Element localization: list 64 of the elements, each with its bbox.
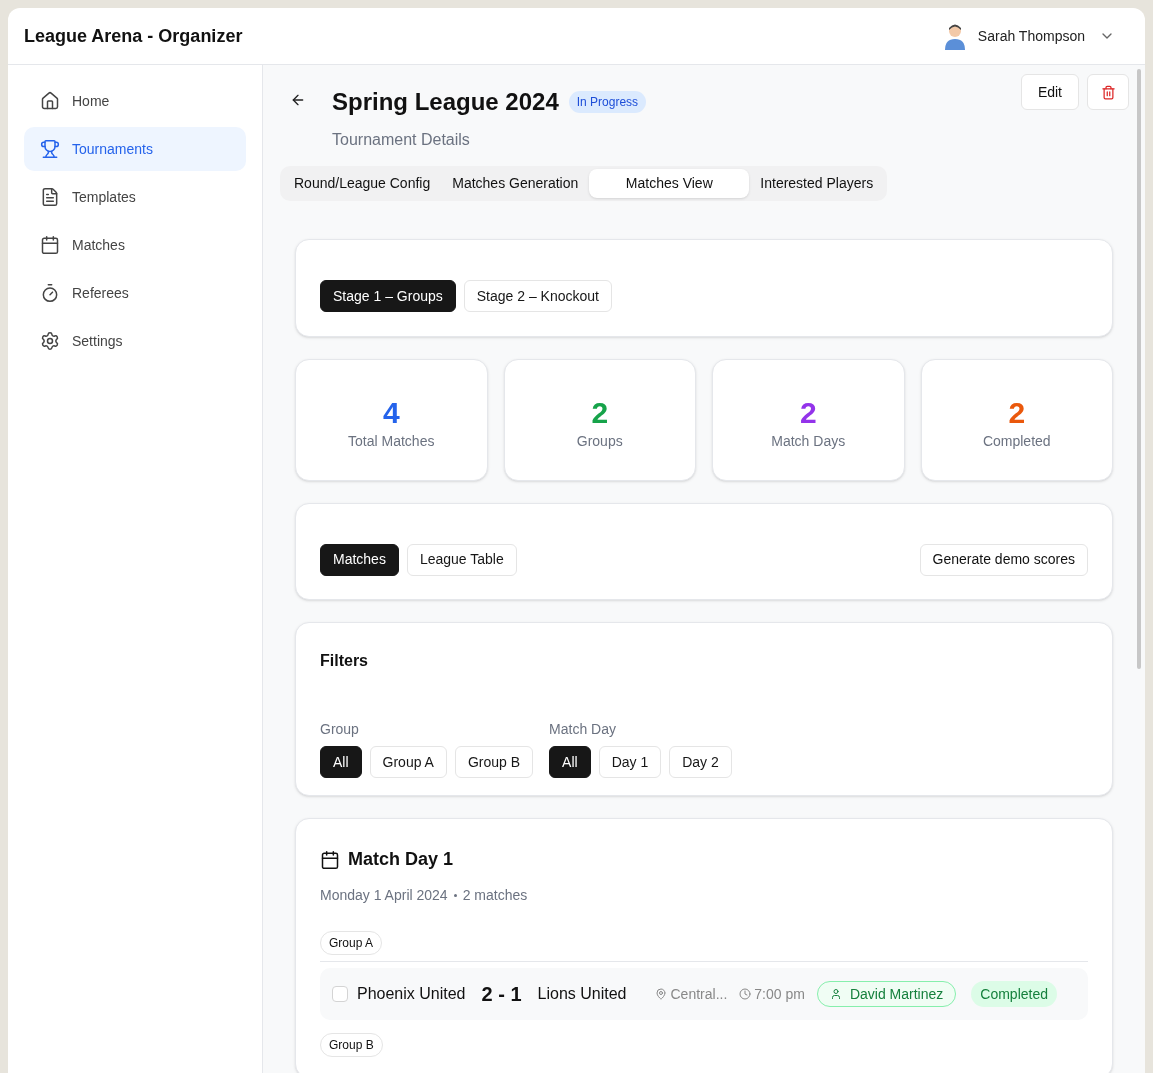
stage-button[interactable]: Stage 1 – Groups <box>320 280 456 312</box>
sidebar-item[interactable]: Matches <box>24 223 246 267</box>
stat-value: 2 <box>1008 394 1026 431</box>
home-team: Phoenix United <box>357 984 466 1004</box>
scrollbar-thumb[interactable] <box>1137 69 1141 669</box>
sidebar-item[interactable]: Tournaments <box>24 127 246 171</box>
match-day-title: Match Day 1 <box>348 848 454 871</box>
filter-chip[interactable]: Group B <box>454 746 534 778</box>
filter-label: Group <box>320 720 360 739</box>
document-icon <box>40 187 60 207</box>
tab[interactable]: Matches Generation <box>441 169 590 198</box>
trophy-icon <box>40 139 60 159</box>
stat-label: Match Days <box>771 431 846 451</box>
calendar-icon <box>320 849 340 870</box>
generate-demo-scores-button[interactable]: Generate demo scores <box>919 543 1088 576</box>
calendar-icon <box>40 235 60 255</box>
match-count: 2 matches <box>462 886 528 905</box>
match-score: 2 - 1 <box>481 982 522 1007</box>
sidebar-item[interactable]: Templates <box>24 175 246 219</box>
away-team: Lions United <box>537 984 627 1004</box>
tab[interactable]: Matches View <box>589 169 750 198</box>
trash-icon <box>1100 84 1116 100</box>
match-checkbox[interactable] <box>332 986 348 1002</box>
filter-chip[interactable]: All <box>320 746 362 778</box>
stat-value: 2 <box>799 394 817 431</box>
sidebar-item[interactable]: Home <box>24 79 246 123</box>
filter-chip[interactable]: All <box>549 746 591 778</box>
user-name: Sarah Thompson <box>977 26 1085 46</box>
page-subtitle: Tournament Details <box>332 130 471 150</box>
delete-button[interactable] <box>1087 74 1129 110</box>
stat-value: 4 <box>382 394 400 431</box>
app-title: League Arena - Organizer <box>24 24 243 48</box>
stopwatch-icon <box>40 283 60 303</box>
match-time: 7:00 pm <box>754 984 805 1004</box>
clock-icon <box>739 988 752 1000</box>
match-day-date: Monday 1 April 2024 <box>320 886 448 905</box>
tournament-title: Spring League 2024 <box>332 87 559 117</box>
stat-label: Total Matches <box>348 431 435 451</box>
tab[interactable]: Round/League Config <box>283 169 442 198</box>
view-toggle-button[interactable]: League Table <box>406 543 517 576</box>
referee-badge: David Martinez <box>816 981 957 1007</box>
stat-label: Completed <box>982 431 1051 451</box>
match-row[interactable]: Phoenix United 2 - 1 Lions United Central... 7:00 pm David Martinez Completed <box>320 968 1088 1020</box>
view-toggle-button[interactable]: Matches <box>320 543 399 576</box>
stat-value: 2 <box>591 394 609 431</box>
filter-chip[interactable]: Day 1 <box>598 746 662 778</box>
settings-icon <box>40 331 60 351</box>
back-arrow-icon[interactable] <box>290 92 306 108</box>
home-icon <box>40 91 60 111</box>
filter-chip[interactable]: Day 2 <box>669 746 732 778</box>
filters-title: Filters <box>320 651 369 671</box>
bullet-icon <box>453 894 457 897</box>
filter-label: Match Day <box>549 720 617 739</box>
location-pin-icon <box>654 988 667 1000</box>
tab[interactable]: Interested Players <box>749 169 885 198</box>
sidebar-item[interactable]: Referees <box>24 271 246 315</box>
venue: Central... <box>670 984 728 1004</box>
match-status-badge: Completed <box>971 981 1057 1007</box>
stage-button[interactable]: Stage 2 – Knockout <box>463 280 612 312</box>
sidebar-item[interactable]: Settings <box>24 319 246 363</box>
filter-chip[interactable]: Group A <box>369 746 447 778</box>
edit-button[interactable]: Edit <box>1020 74 1079 110</box>
stat-label: Groups <box>576 431 623 451</box>
status-badge: In Progress <box>568 91 647 113</box>
